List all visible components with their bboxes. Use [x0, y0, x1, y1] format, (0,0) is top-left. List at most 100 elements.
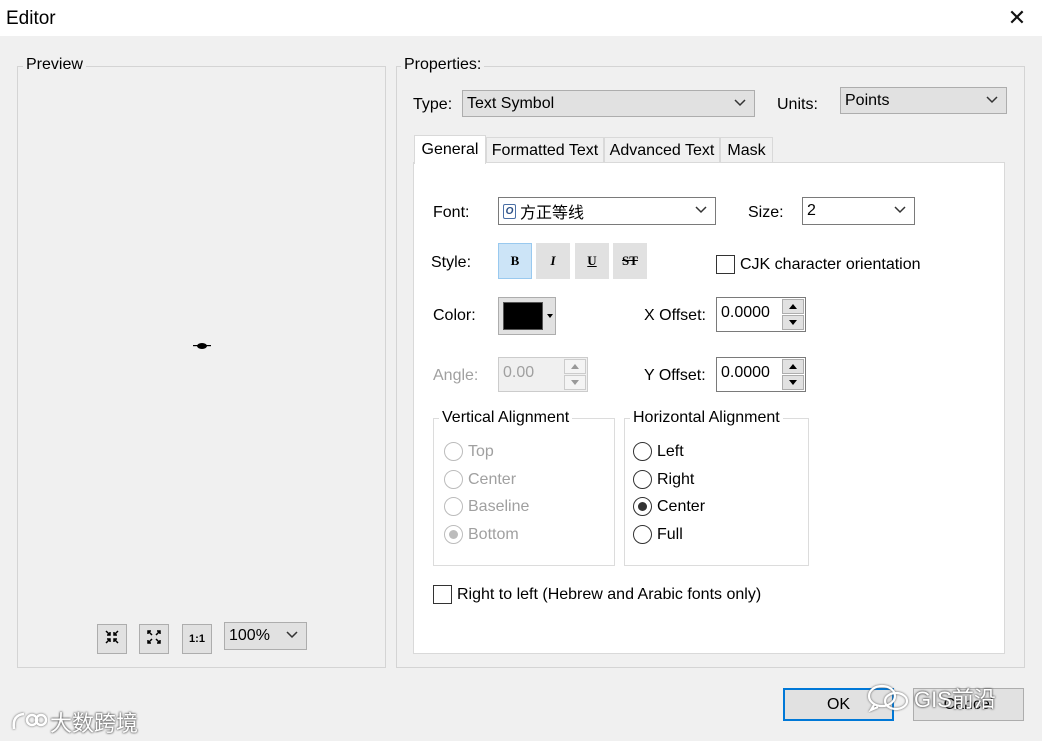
- tab-mask[interactable]: Mask: [720, 137, 773, 163]
- spin-up-icon: [789, 304, 797, 309]
- valign-center-radio: [444, 470, 463, 489]
- bold-button[interactable]: B: [498, 243, 532, 279]
- type-select[interactable]: Text Symbol: [462, 90, 755, 117]
- preview-symbol: [193, 338, 213, 356]
- actual-size-button[interactable]: 1:1: [182, 624, 212, 654]
- y-offset-value: 0.0000: [721, 364, 770, 381]
- x-offset-value: 0.0000: [721, 304, 770, 321]
- angle-spinner: 0.00: [498, 357, 588, 392]
- ok-label: OK: [826, 695, 851, 713]
- rtl-label[interactable]: Right to left (Hebrew and Arabic fonts o…: [457, 586, 761, 604]
- size-value: 2: [807, 202, 816, 219]
- halign-left-radio[interactable]: [633, 442, 652, 461]
- properties-label: Properties:: [401, 56, 485, 74]
- valign-top-radio: [444, 442, 463, 461]
- x-offset-down-button[interactable]: [782, 315, 804, 330]
- angle-up-button: [564, 359, 586, 374]
- halign-full-label[interactable]: Full: [657, 526, 683, 544]
- x-offset-spinner[interactable]: 0.0000: [716, 297, 806, 332]
- underline-button[interactable]: U: [575, 243, 609, 279]
- watermark-right: GIS前沿: [866, 682, 996, 714]
- zoom-select[interactable]: 100%: [224, 622, 307, 650]
- title-bar: Editor ✕: [0, 0, 1042, 36]
- italic-button[interactable]: I: [536, 243, 570, 279]
- general-tab-panel: [413, 162, 1005, 654]
- valign-bottom-radio: [444, 525, 463, 544]
- size-select[interactable]: 2: [802, 197, 915, 225]
- tab-general[interactable]: General: [414, 135, 486, 164]
- strikethrough-button[interactable]: ST: [613, 243, 647, 279]
- cjk-orientation-label[interactable]: CJK character orientation: [740, 256, 921, 274]
- radio-dot: [638, 502, 647, 511]
- cjk-orientation-checkbox[interactable]: [716, 255, 735, 274]
- valign-baseline-radio: [444, 497, 463, 516]
- italic-icon: I: [550, 253, 556, 268]
- x-offset-up-button[interactable]: [782, 299, 804, 314]
- watermark-left: 大数跨境: [10, 706, 138, 738]
- tab-label: Advanced Text: [609, 141, 715, 159]
- spin-down-icon: [789, 320, 797, 325]
- valign-center-label: Center: [468, 471, 517, 488]
- zoom-value: 100%: [229, 627, 270, 644]
- y-offset-down-button[interactable]: [782, 375, 804, 390]
- preview-group: [17, 66, 386, 668]
- close-icon[interactable]: ✕: [1003, 5, 1031, 31]
- color-label: Color:: [433, 307, 476, 324]
- strikethrough-icon: ST: [622, 253, 638, 268]
- watermark-logo-icon: [12, 712, 48, 730]
- watermark-left-text: 大数跨境: [50, 711, 139, 736]
- vertical-alignment-group: [433, 418, 615, 566]
- opentype-font-icon: O: [503, 203, 516, 219]
- halign-left-label[interactable]: Left: [657, 443, 684, 461]
- color-swatch: [503, 302, 543, 330]
- units-value: Points: [845, 91, 890, 109]
- bold-icon: B: [510, 253, 520, 268]
- watermark-right-text: GIS前沿: [914, 687, 996, 712]
- color-picker-button[interactable]: [498, 297, 556, 335]
- spin-down-icon: [571, 380, 579, 385]
- horizontal-alignment-group: [624, 418, 809, 566]
- fit-button[interactable]: [139, 624, 169, 654]
- halign-center-radio[interactable]: [633, 497, 652, 516]
- chevron-down-icon: [986, 96, 998, 104]
- font-value: 方正等线: [520, 205, 585, 222]
- font-label: Font:: [433, 204, 470, 221]
- horizontal-alignment-label: Horizontal Alignment: [630, 409, 783, 427]
- angle-down-button: [564, 375, 586, 390]
- type-value: Text Symbol: [467, 94, 555, 112]
- chevron-down-icon: [894, 206, 906, 214]
- halign-full-radio[interactable]: [633, 525, 652, 544]
- spin-up-icon: [571, 364, 579, 369]
- units-select[interactable]: Points: [840, 87, 1007, 114]
- radio-dot: [449, 530, 458, 539]
- units-label: Units:: [777, 96, 818, 113]
- tab-formatted-text[interactable]: Formatted Text: [486, 137, 604, 163]
- y-offset-spinner[interactable]: 0.0000: [716, 357, 806, 392]
- chevron-down-icon: [734, 99, 746, 107]
- actual-size-icon: 1:1: [189, 633, 205, 645]
- dropdown-arrow-icon: [547, 314, 553, 318]
- angle-label: Angle:: [433, 367, 479, 384]
- halign-right-radio[interactable]: [633, 470, 652, 489]
- font-select[interactable]: O 方正等线: [498, 197, 716, 225]
- tab-label: Mask: [727, 141, 766, 159]
- zoom-in-button[interactable]: [97, 624, 127, 654]
- y-offset-label: Y Offset:: [644, 367, 706, 384]
- zoom-in-icon: [104, 629, 120, 650]
- valign-bottom-label: Bottom: [468, 526, 519, 543]
- chevron-down-icon: [286, 631, 298, 639]
- x-offset-label: X Offset:: [644, 307, 706, 324]
- rtl-checkbox[interactable]: [433, 585, 452, 604]
- window-title: Editor: [6, 8, 56, 29]
- valign-top-label: Top: [468, 443, 494, 460]
- y-offset-up-button[interactable]: [782, 359, 804, 374]
- spin-down-icon: [789, 380, 797, 385]
- wechat-icon: [867, 684, 909, 713]
- vertical-alignment-label: Vertical Alignment: [439, 409, 573, 427]
- tab-advanced-text[interactable]: Advanced Text: [604, 137, 720, 163]
- size-label: Size:: [748, 204, 784, 221]
- halign-right-label[interactable]: Right: [657, 471, 694, 489]
- type-label: Type:: [413, 96, 453, 113]
- style-label: Style:: [431, 254, 472, 271]
- halign-center-label[interactable]: Center: [657, 498, 705, 516]
